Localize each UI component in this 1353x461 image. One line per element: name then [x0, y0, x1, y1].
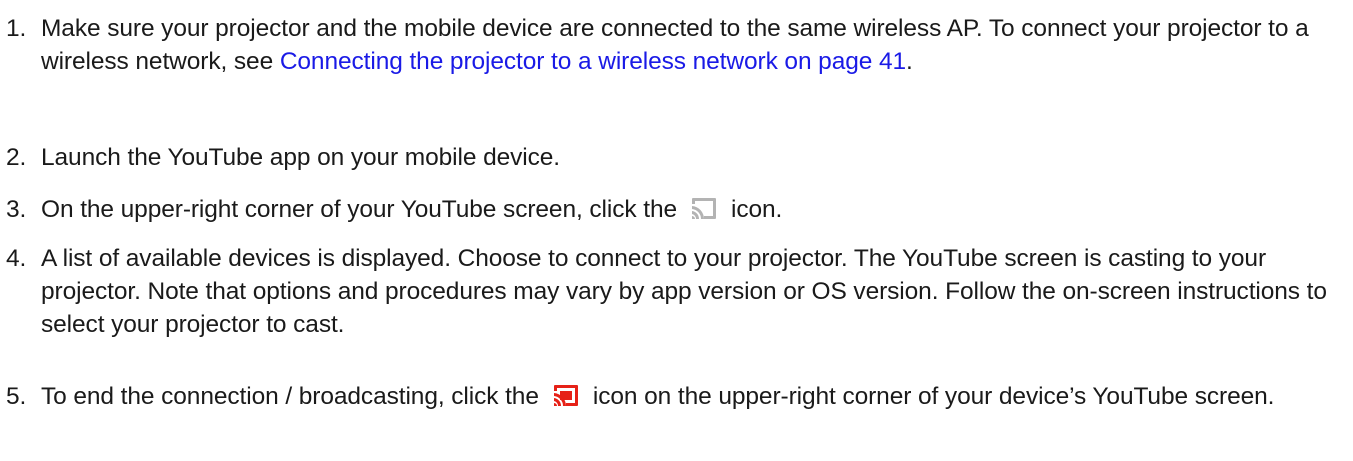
step-number: 5.	[6, 383, 27, 410]
step-text: A list of available devices is displayed…	[41, 245, 1327, 338]
step-text-before: To end the connection / broadcasting, cl…	[41, 383, 539, 410]
step-3: 3. On the upper-right corner of your You…	[6, 193, 1346, 226]
step-text: On the upper-right corner of your YouTub…	[41, 193, 1346, 226]
step-4: 4. A list of available devices is displa…	[6, 242, 1346, 341]
step-text: To end the connection / broadcasting, cl…	[41, 380, 1346, 413]
step-number: 4.	[6, 245, 27, 272]
wireless-network-link[interactable]: Connecting the projector to a wireless n…	[280, 48, 906, 75]
cast-icon	[692, 198, 716, 219]
step-number: 1.	[6, 15, 27, 42]
step-text-after: .	[906, 48, 913, 75]
step-number: 2.	[6, 144, 27, 171]
step-text: Make sure your projector and the mobile …	[41, 12, 1346, 78]
step-1: 1. Make sure your projector and the mobi…	[6, 12, 1346, 78]
step-5: 5. To end the connection / broadcasting,…	[6, 380, 1346, 413]
step-text-before: On the upper-right corner of your YouTub…	[41, 196, 677, 223]
step-text-after: icon on the upper-right corner of your d…	[592, 383, 1275, 410]
step-text: Launch the YouTube app on your mobile de…	[41, 144, 561, 171]
step-text-after: icon.	[731, 196, 783, 223]
step-2: 2. Launch the YouTube app on your mobile…	[6, 141, 1346, 174]
instruction-steps: 1. Make sure your projector and the mobi…	[0, 0, 1353, 461]
step-number: 3.	[6, 196, 27, 223]
cast-connected-icon	[553, 385, 578, 406]
